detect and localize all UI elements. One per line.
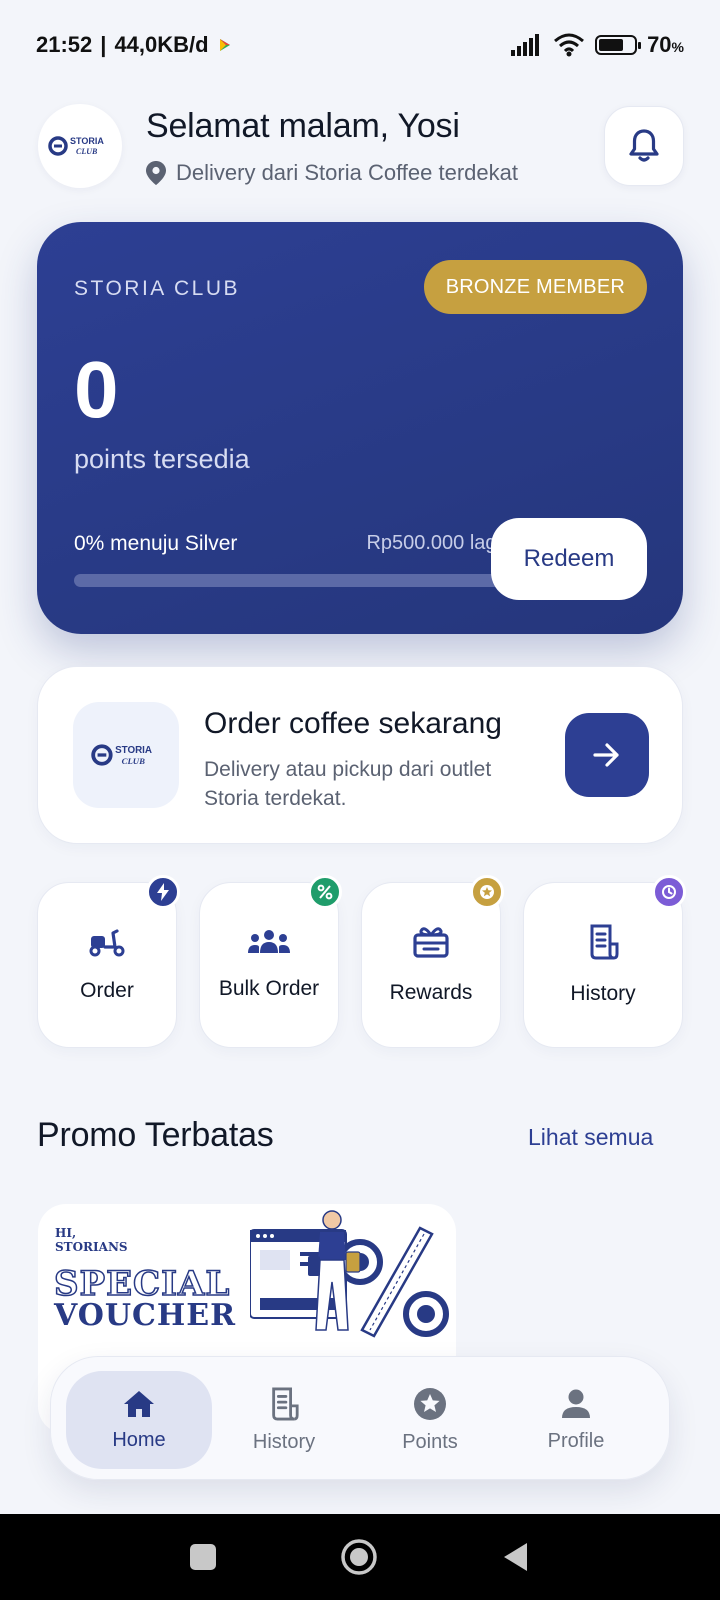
voucher-illustration: [250, 1210, 449, 1338]
membership-brand: STORIA CLUB: [74, 277, 240, 300]
scooter-icon: [89, 929, 125, 957]
banner-greeting: HI, STORIANS: [55, 1226, 128, 1254]
nav-profile[interactable]: Profile: [503, 1371, 649, 1469]
nav-label: Profile: [547, 1429, 605, 1452]
storia-logo-icon: STORIA CLUB: [91, 744, 152, 766]
bottom-navigation: Home History Points Profile: [50, 1356, 670, 1480]
star-icon: [480, 885, 494, 899]
clock-icon: [662, 885, 676, 899]
status-time: 21:52: [36, 32, 93, 57]
back-icon[interactable]: [504, 1543, 527, 1571]
lightning-badge: [146, 875, 180, 909]
nav-label: Home: [112, 1428, 166, 1451]
recents-icon[interactable]: [190, 1544, 216, 1570]
system-nav-buttons: [190, 1539, 527, 1575]
arrow-right-icon: [593, 743, 619, 767]
home-icon: [124, 1390, 154, 1417]
nav-home[interactable]: Home: [66, 1371, 212, 1469]
order-coffee-card[interactable]: STORIA CLUB Order coffee sekarang Delive…: [37, 666, 683, 844]
tier-progress-bar: [74, 574, 502, 587]
lightning-icon: [157, 883, 169, 901]
star-badge: [470, 875, 504, 909]
delivery-location[interactable]: Delivery dari Storia Coffee terdekat: [146, 160, 604, 186]
tier-progress-label: 0% menuju Silver: [74, 532, 238, 555]
system-navigation-bar: [0, 1514, 720, 1600]
battery-level: [599, 39, 623, 51]
battery-percent: 70%: [647, 32, 684, 57]
wifi-icon: [554, 33, 585, 57]
quick-menu-label: Rewards: [389, 981, 473, 1004]
see-all-link[interactable]: Lihat semua: [528, 1124, 653, 1151]
membership-card: STORIA CLUB BRONZE MEMBER 0 points terse…: [37, 222, 683, 634]
quick-menu-label: Bulk Order: [218, 977, 320, 1000]
notification-button[interactable]: [604, 106, 684, 186]
nav-history[interactable]: History: [211, 1371, 357, 1469]
signal-icon: [511, 34, 540, 56]
svg-text:STORIA: STORIA: [70, 136, 104, 146]
person-icon: [562, 1389, 590, 1418]
delivery-location-text: Delivery dari Storia Coffee terdekat: [176, 159, 518, 185]
order-card-description: Delivery atau pickup dari outlet Storia …: [204, 758, 492, 811]
location-pin-icon: [146, 160, 166, 185]
svg-text:STORIA: STORIA: [115, 745, 152, 756]
greeting-title: Selamat malam, Yosi: [146, 106, 460, 145]
star-circle-icon: [414, 1387, 446, 1420]
quick-menu-order[interactable]: Order: [37, 875, 180, 1048]
quick-menu: Order Bulk Order Rewards History: [37, 875, 686, 1050]
status-bar: 21:52 | 44,0KB/d 70%: [0, 0, 720, 90]
clock-badge: [652, 875, 686, 909]
tier-badge: BRONZE MEMBER: [423, 260, 647, 314]
receipt-icon: [272, 1387, 299, 1420]
order-card-logo: STORIA CLUB: [73, 702, 179, 808]
nav-label: History: [252, 1430, 316, 1453]
nav-points[interactable]: Points: [357, 1371, 503, 1469]
storia-club-logo: STORIA CLUB: [38, 104, 122, 188]
greeting-block: Selamat malam, Yosi Delivery dari Storia…: [146, 107, 604, 186]
order-card-title: Order coffee sekarang: [204, 707, 502, 740]
points-value: 0: [74, 345, 119, 434]
banner-voucher-text: VOUCHER: [54, 1298, 237, 1333]
order-arrow-button[interactable]: [565, 713, 649, 797]
status-right: 70%: [511, 32, 684, 58]
tier-remaining-amount: Rp500.000 lagi: [366, 532, 501, 554]
percent-icon: [317, 884, 333, 900]
status-separator: |: [100, 32, 107, 57]
promo-section-title: Promo Terbatas: [37, 1116, 274, 1154]
quick-menu-bulk-order[interactable]: Bulk Order: [199, 875, 342, 1048]
percent-badge: [308, 875, 342, 909]
svg-text:CLUB: CLUB: [122, 756, 146, 766]
quick-menu-label: History: [570, 982, 636, 1005]
status-left: 21:52 | 44,0KB/d: [36, 32, 233, 58]
receipt-icon: [590, 924, 619, 960]
points-label: points tersedia: [74, 444, 250, 474]
battery-icon: [595, 35, 642, 55]
bell-icon: [629, 129, 659, 162]
header: STORIA CLUB Selamat malam, Yosi Delivery…: [38, 104, 684, 188]
storia-logo-icon: STORIA CLUB: [48, 136, 104, 156]
quick-menu-history[interactable]: History: [523, 875, 686, 1048]
home-system-icon[interactable]: [341, 1539, 377, 1575]
nav-label: Points: [402, 1430, 458, 1453]
quick-menu-label: Order: [80, 979, 134, 1002]
network-speed: 44,0KB/d: [114, 32, 209, 57]
group-icon: [248, 930, 290, 953]
gift-icon: [413, 927, 449, 958]
redeem-button[interactable]: Redeem: [491, 518, 647, 600]
app-notification-icon: [219, 39, 230, 51]
svg-text:CLUB: CLUB: [76, 147, 98, 156]
quick-menu-rewards[interactable]: Rewards: [361, 875, 504, 1048]
